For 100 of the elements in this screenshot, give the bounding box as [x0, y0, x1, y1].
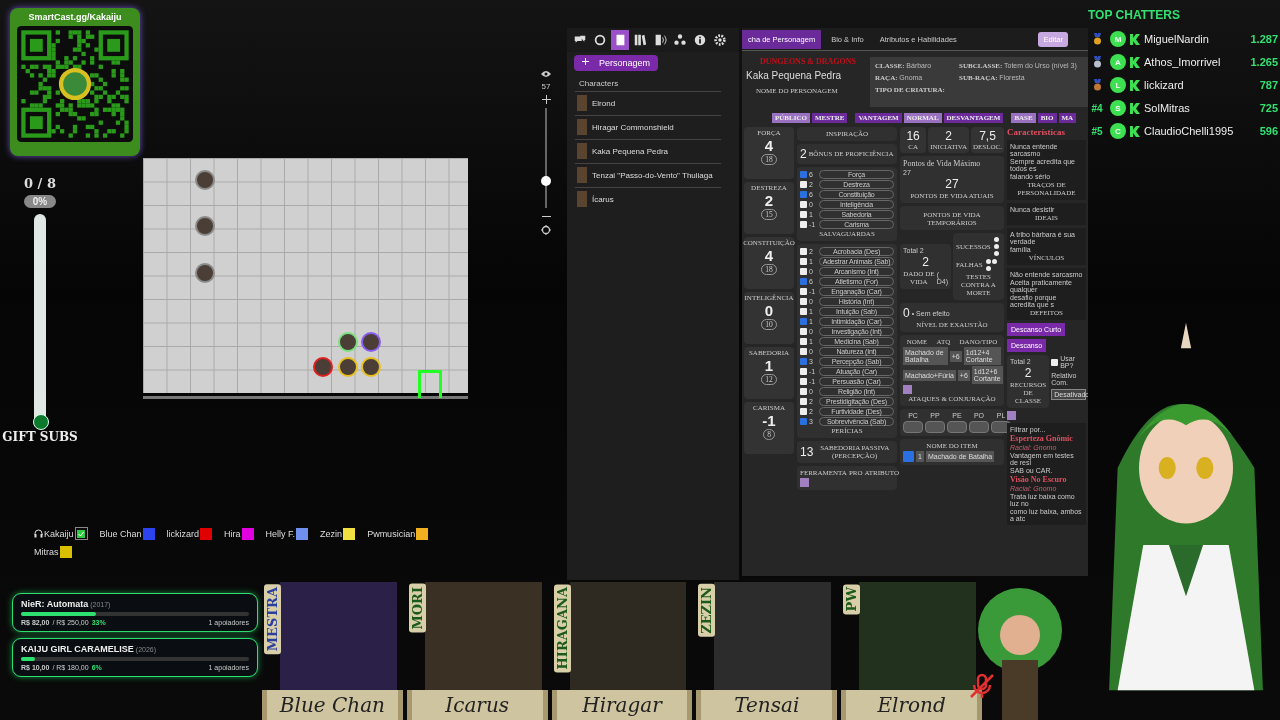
checkbox[interactable] — [800, 368, 807, 375]
avatar-initial: S — [1110, 100, 1126, 116]
k-logo-icon — [1130, 56, 1140, 68]
checkbox[interactable] — [800, 328, 807, 335]
name-scroll: Hiragar — [551, 690, 693, 720]
character-item[interactable]: Ícarus — [575, 187, 721, 210]
success-dots-icon[interactable] — [992, 236, 1001, 257]
checkbox[interactable] — [800, 268, 807, 275]
leaderboard-title: TOP CHATTERS — [1088, 8, 1181, 22]
rank-number: #5 — [1091, 125, 1103, 137]
chatter-name: lickizard — [1144, 79, 1185, 91]
participant-name: Kakaiju — [44, 528, 74, 539]
character-item[interactable]: Hiragar Commonshield — [575, 115, 721, 138]
checkbox[interactable] — [800, 258, 807, 265]
library-icon — [633, 33, 647, 47]
character-item[interactable]: Kaka Pequena Pedra — [575, 139, 721, 162]
chatter-name: SolMitras — [1144, 102, 1191, 114]
checkbox[interactable] — [800, 378, 807, 385]
character-token[interactable] — [338, 357, 358, 377]
current-hp-value: 27 — [945, 177, 959, 191]
coin-field[interactable] — [969, 421, 989, 433]
muted-microphone-icon — [968, 672, 996, 700]
character-token[interactable] — [361, 357, 381, 377]
coin-field[interactable] — [947, 421, 967, 433]
character-item[interactable]: Tenzai "Passo-do-Vento" Thuliaga — [575, 163, 721, 186]
ability-modifier: 4 — [764, 247, 774, 264]
message-count: 1.287 — [1250, 33, 1278, 45]
avatar-placeholder — [577, 95, 587, 111]
ability-modifier: 1 — [764, 357, 774, 374]
coin-field[interactable] — [925, 421, 945, 433]
chatter-name: MiguelNardin — [1144, 33, 1210, 45]
checkbox[interactable] — [903, 451, 914, 462]
passive-value: 13 — [800, 445, 814, 459]
checkbox[interactable] — [800, 171, 807, 178]
avatar-initial: M — [1110, 31, 1126, 47]
battle-map-grid[interactable] — [143, 158, 468, 393]
character-name: Tenzai "Passo-do-Vento" Thuliaga — [592, 170, 713, 180]
message-count: 1.265 — [1250, 56, 1278, 68]
character-name: Kaka Pequena Pedra — [746, 70, 843, 81]
zoom-value: 57 — [541, 82, 551, 91]
role-label: PW — [843, 584, 861, 615]
eye-icon[interactable] — [541, 70, 551, 78]
checkbox[interactable] — [800, 298, 807, 305]
nodes-icon — [673, 33, 687, 47]
checkbox[interactable] — [800, 358, 807, 365]
checkbox[interactable] — [800, 278, 807, 285]
character-token[interactable] — [195, 263, 215, 283]
resource-value: 2 — [1024, 366, 1032, 380]
section-heading: Characters — [579, 79, 620, 88]
zoom-slider-thumb[interactable] — [541, 175, 551, 186]
role-label: HIRAGANA — [553, 584, 571, 673]
rank-number: #4 — [1091, 102, 1103, 114]
k-logo-icon — [1130, 125, 1140, 137]
feature-title: Visão No Escuro — [1010, 475, 1068, 484]
character-token[interactable] — [338, 332, 358, 352]
gift-sub-count: 0 / 8 — [24, 176, 56, 191]
ability-modifier: 2 — [764, 192, 774, 209]
k-logo-icon — [1130, 102, 1140, 114]
exhaustion-value: 0 — [903, 306, 910, 320]
checkbox[interactable] — [800, 398, 807, 405]
name-scroll: Icarus — [406, 690, 548, 720]
character-item[interactable]: Elrond — [575, 91, 721, 114]
proficiency-value: 2 — [800, 147, 807, 161]
medal-icon — [1092, 56, 1102, 68]
participant-name: Blue Chan — [99, 528, 142, 539]
checkbox[interactable] — [800, 181, 807, 188]
info-icon — [693, 33, 707, 47]
checkbox[interactable] — [800, 348, 807, 355]
stat-value: 7,5 — [979, 129, 996, 143]
checkbox[interactable] — [800, 201, 807, 208]
participant-name: lickizard — [166, 528, 200, 539]
target-icon[interactable] — [541, 225, 551, 235]
plus-icon[interactable] — [541, 95, 551, 104]
stat-value: 16 — [906, 129, 920, 143]
coin-field[interactable] — [903, 421, 923, 433]
character-token[interactable] — [361, 332, 381, 352]
avatar-placeholder — [577, 119, 587, 135]
character-token[interactable] — [195, 216, 215, 236]
checkbox[interactable] — [800, 288, 807, 295]
character-token[interactable] — [313, 357, 333, 377]
section-title: Características — [1007, 127, 1066, 137]
checkbox[interactable] — [800, 418, 807, 425]
checkbox[interactable] — [1051, 358, 1059, 366]
checkbox[interactable] — [800, 308, 807, 315]
checkbox[interactable] — [800, 318, 807, 325]
character-name: Elrond — [592, 98, 616, 108]
checkbox[interactable] — [800, 211, 807, 218]
character-token[interactable] — [195, 170, 215, 190]
add-character-button[interactable]: Personagem — [574, 55, 659, 71]
avatar-placeholder — [577, 167, 587, 183]
ability-modifier: 4 — [764, 137, 774, 154]
checkbox[interactable] — [800, 338, 807, 345]
checkbox[interactable] — [800, 191, 807, 198]
hit-dice-value: 2 — [922, 255, 929, 269]
checkbox[interactable] — [800, 388, 807, 395]
checkbox[interactable] — [800, 408, 807, 415]
k-logo-icon — [1130, 33, 1140, 45]
participant-name: Helly F. — [265, 528, 296, 539]
checkbox[interactable] — [800, 221, 807, 228]
checkbox[interactable] — [800, 248, 807, 255]
